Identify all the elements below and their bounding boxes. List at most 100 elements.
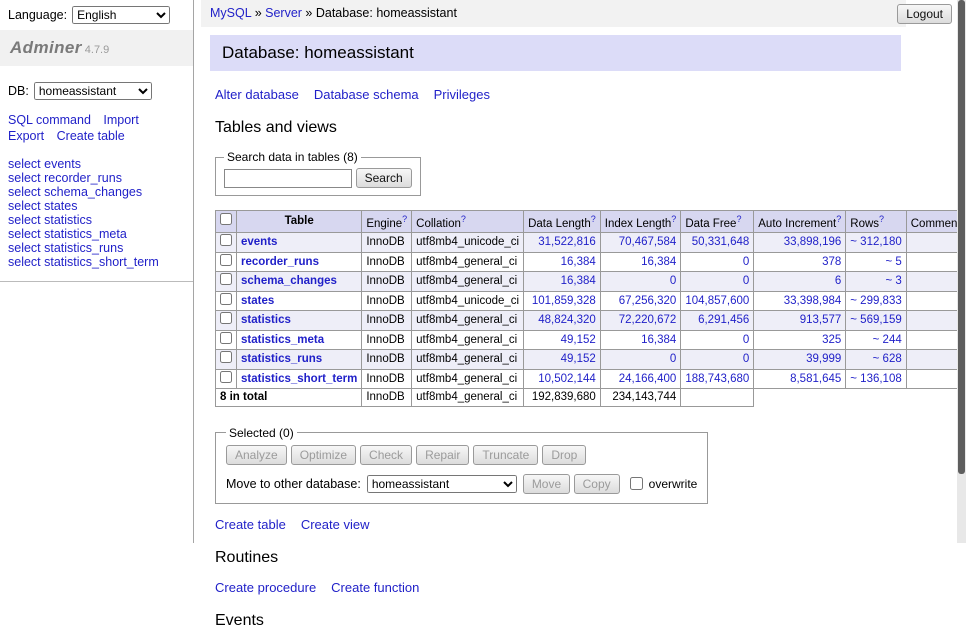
db-select[interactable]: homeassistant xyxy=(34,82,152,100)
data-free-link[interactable]: 6,291,456 xyxy=(698,314,749,326)
language-select[interactable]: English xyxy=(72,6,170,24)
column-hint-link[interactable]: ? xyxy=(879,214,884,224)
index-length-link[interactable]: 72,220,672 xyxy=(619,314,677,326)
selected-action-button[interactable]: Repair xyxy=(416,445,469,465)
auto-increment-link[interactable]: 378 xyxy=(822,256,841,268)
table-name-link[interactable]: events xyxy=(241,236,277,248)
breadcrumb-link[interactable]: Server xyxy=(265,6,302,20)
selected-action-button[interactable]: Check xyxy=(360,445,412,465)
db-action-link[interactable]: Alter database xyxy=(215,87,299,102)
create-link[interactable]: Create view xyxy=(301,517,370,532)
rows-link[interactable]: ~ 628 xyxy=(873,353,902,365)
auto-increment-link[interactable]: 913,577 xyxy=(800,314,842,326)
index-length-link[interactable]: 70,467,584 xyxy=(619,236,677,248)
index-length-link[interactable]: 16,384 xyxy=(641,334,676,346)
table-name-link[interactable]: statistics_meta xyxy=(241,334,324,346)
rows-link[interactable]: ~ 136,108 xyxy=(850,373,901,385)
sidebar-table-link[interactable]: select schema_changes xyxy=(8,185,142,199)
logout-button[interactable]: Logout xyxy=(897,4,952,24)
row-checkbox[interactable] xyxy=(220,371,232,383)
column-hint-link[interactable]: ? xyxy=(836,214,841,224)
data-free-link[interactable]: 0 xyxy=(743,334,749,346)
move-action-button[interactable]: Move xyxy=(523,474,570,494)
sidebar-table-link[interactable]: select recorder_runs xyxy=(8,171,122,185)
sidebar-table-link[interactable]: select events xyxy=(8,157,81,171)
column-hint-link[interactable]: ? xyxy=(736,214,741,224)
move-action-button[interactable]: Copy xyxy=(574,474,620,494)
breadcrumb-link[interactable]: MySQL xyxy=(210,6,251,20)
sidebar-table-link[interactable]: select states xyxy=(8,199,77,213)
scrollbar-thumb[interactable] xyxy=(958,0,965,474)
data-length-link[interactable]: 16,384 xyxy=(561,275,596,287)
table-name-link[interactable]: recorder_runs xyxy=(241,256,319,268)
column-hint-link[interactable]: ? xyxy=(461,214,466,224)
search-button[interactable]: Search xyxy=(356,168,412,188)
column-hint-link[interactable]: ? xyxy=(671,214,676,224)
selected-action-button[interactable]: Optimize xyxy=(291,445,356,465)
data-length-link[interactable]: 101,859,328 xyxy=(532,295,596,307)
search-input[interactable] xyxy=(224,169,352,188)
index-length-link[interactable]: 24,166,400 xyxy=(619,373,677,385)
row-checkbox[interactable] xyxy=(220,351,232,363)
sidebar-action-link[interactable]: Import xyxy=(103,113,138,127)
selected-action-button[interactable]: Truncate xyxy=(473,445,538,465)
auto-increment-link[interactable]: 33,398,984 xyxy=(784,295,842,307)
row-checkbox[interactable] xyxy=(220,234,232,246)
sidebar-action-link[interactable]: Create table xyxy=(57,129,125,143)
data-free-link[interactable]: 0 xyxy=(743,256,749,268)
select-all-checkbox[interactable] xyxy=(220,213,232,225)
move-db-select[interactable]: homeassistant xyxy=(367,475,517,493)
auto-increment-link[interactable]: 325 xyxy=(822,334,841,346)
data-length-link[interactable]: 49,152 xyxy=(561,334,596,346)
rows-link[interactable]: ~ 299,833 xyxy=(850,295,901,307)
routine-link[interactable]: Create function xyxy=(331,580,419,595)
column-hint-link[interactable]: ? xyxy=(591,214,596,224)
row-checkbox[interactable] xyxy=(220,273,232,285)
auto-increment-link[interactable]: 6 xyxy=(835,275,841,287)
rows-link[interactable]: ~ 5 xyxy=(885,256,901,268)
row-checkbox[interactable] xyxy=(220,332,232,344)
index-length-link[interactable]: 0 xyxy=(670,275,676,287)
db-action-link[interactable]: Database schema xyxy=(314,87,419,102)
create-link[interactable]: Create table xyxy=(215,517,286,532)
row-checkbox[interactable] xyxy=(220,293,232,305)
rows-link[interactable]: ~ 3 xyxy=(885,275,901,287)
table-name-link[interactable]: states xyxy=(241,295,274,307)
sidebar-action-link[interactable]: SQL command xyxy=(8,113,91,127)
data-free-link[interactable]: 104,857,600 xyxy=(685,295,749,307)
row-checkbox[interactable] xyxy=(220,254,232,266)
data-length-link[interactable]: 10,502,144 xyxy=(538,373,596,385)
selected-action-button[interactable]: Analyze xyxy=(226,445,287,465)
data-free-link[interactable]: 50,331,648 xyxy=(692,236,750,248)
auto-increment-link[interactable]: 33,898,196 xyxy=(784,236,842,248)
scrollbar[interactable] xyxy=(957,0,966,543)
sidebar-table-link[interactable]: select statistics xyxy=(8,213,92,227)
index-length-link[interactable]: 0 xyxy=(670,353,676,365)
data-length-link[interactable]: 16,384 xyxy=(561,256,596,268)
auto-increment-link[interactable]: 39,999 xyxy=(806,353,841,365)
rows-link[interactable]: ~ 569,159 xyxy=(850,314,901,326)
data-free-link[interactable]: 0 xyxy=(743,275,749,287)
overwrite-checkbox[interactable] xyxy=(630,477,643,490)
data-length-link[interactable]: 49,152 xyxy=(561,353,596,365)
auto-increment-link[interactable]: 8,581,645 xyxy=(790,373,841,385)
index-length-link[interactable]: 16,384 xyxy=(641,256,676,268)
selected-action-button[interactable]: Drop xyxy=(542,445,586,465)
rows-link[interactable]: ~ 312,180 xyxy=(850,236,901,248)
rows-link[interactable]: ~ 244 xyxy=(873,334,902,346)
data-free-link[interactable]: 188,743,680 xyxy=(685,373,749,385)
data-length-link[interactable]: 48,824,320 xyxy=(538,314,596,326)
index-length-link[interactable]: 67,256,320 xyxy=(619,295,677,307)
sidebar-table-link[interactable]: select statistics_short_term xyxy=(8,255,159,269)
sidebar-action-link[interactable]: Export xyxy=(8,129,44,143)
table-name-link[interactable]: statistics_short_term xyxy=(241,373,357,385)
data-free-link[interactable]: 0 xyxy=(743,353,749,365)
table-name-link[interactable]: schema_changes xyxy=(241,275,337,287)
column-hint-link[interactable]: ? xyxy=(402,214,407,224)
table-name-link[interactable]: statistics_runs xyxy=(241,353,322,365)
sidebar-table-link[interactable]: select statistics_runs xyxy=(8,241,123,255)
data-length-link[interactable]: 31,522,816 xyxy=(538,236,596,248)
db-action-link[interactable]: Privileges xyxy=(434,87,490,102)
sidebar-table-link[interactable]: select statistics_meta xyxy=(8,227,127,241)
row-checkbox[interactable] xyxy=(220,312,232,324)
